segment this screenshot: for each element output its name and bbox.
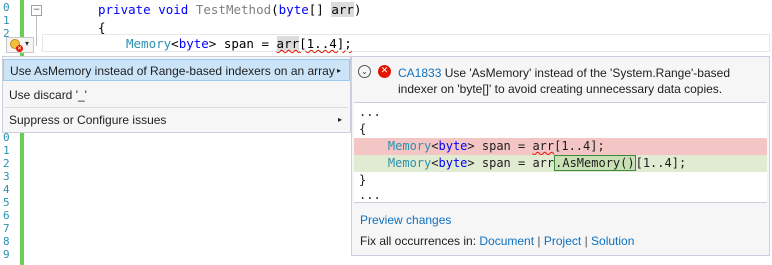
variable: span =: [474, 156, 533, 170]
quick-actions-menu: Use AsMemory instead of Range-based inde…: [2, 56, 351, 133]
punct: >: [467, 156, 475, 170]
diagnostic-id-link[interactable]: CA1833: [398, 66, 441, 80]
code-diff-preview: ... { Memory<byte> span = arr[1..4]; Mem…: [354, 102, 767, 203]
line-number: 6: [3, 209, 10, 222]
punct: >: [467, 139, 475, 153]
keyword: private: [98, 2, 151, 17]
range-indexer: [1..4];: [635, 156, 687, 170]
separator: |: [581, 234, 592, 248]
expand-chevron-icon[interactable]: ⌄: [358, 65, 371, 78]
diff-context: ...: [359, 105, 381, 119]
error-badge-icon: ✕: [16, 45, 23, 52]
variable: arr: [532, 156, 555, 170]
collapse-toggle[interactable]: −: [31, 5, 42, 16]
fix-all-solution-link[interactable]: Solution: [591, 234, 634, 248]
keyword: byte: [278, 2, 309, 17]
inserted-code: .AsMemory(): [554, 155, 636, 171]
punct: <: [171, 36, 179, 51]
brackets: []: [308, 2, 324, 17]
line-number: 3: [3, 170, 10, 183]
error-icon: ✕: [378, 65, 391, 78]
fix-preview-pane: ⌄ ✕ CA1833 Use 'AsMemory' instead of the…: [351, 56, 770, 256]
line-number: 9: [3, 248, 10, 261]
line-number: 1: [3, 14, 10, 27]
range-indexer: [1..4];: [299, 36, 352, 51]
preview-changes-row: Preview changes: [360, 213, 451, 227]
menu-separator: [5, 107, 348, 108]
line-number: 8: [3, 235, 10, 248]
code-line-brace[interactable]: {: [98, 20, 106, 35]
menu-item-use-asmemory[interactable]: Use AsMemory instead of Range-based inde…: [3, 59, 350, 81]
menu-item-label: Suppress or Configure issues: [9, 113, 167, 127]
line-number: 2: [3, 157, 10, 170]
punct: <: [431, 156, 439, 170]
line-number: 0: [3, 1, 10, 14]
variable: span =: [474, 139, 533, 153]
fix-all-row: Fix all occurrences in: Document | Proje…: [360, 234, 634, 248]
parameter-name: arr: [331, 2, 354, 17]
keyword: byte: [438, 139, 468, 153]
menu-item-suppress-configure[interactable]: Suppress or Configure issues ▸: [3, 109, 350, 131]
paren: (: [271, 2, 279, 17]
line-number: 4: [3, 183, 10, 196]
diagnostic-squiggle: arr: [276, 36, 300, 51]
type-name: Memory: [387, 139, 432, 153]
diagnostic-squiggle: arr: [532, 139, 555, 153]
paren: ): [353, 2, 362, 17]
keyword: void: [158, 2, 189, 17]
fix-all-document-link[interactable]: Document: [479, 234, 534, 248]
keyword: byte: [438, 156, 468, 170]
fix-all-project-link[interactable]: Project: [544, 234, 581, 248]
code-line-statement[interactable]: Memory<byte> span = arr[1..4];: [126, 36, 352, 51]
range-indexer: [1..4];: [554, 139, 605, 153]
menu-item-label: Use discard '_': [9, 88, 87, 102]
type-name: Memory: [126, 36, 172, 51]
type-name: Memory: [387, 156, 432, 170]
preview-changes-link[interactable]: Preview changes: [360, 213, 451, 227]
line-number: 1: [3, 144, 10, 157]
method-name: TestMethod: [195, 2, 272, 17]
chevron-down-icon: ▾: [25, 39, 30, 48]
chevron-right-icon: ▸: [336, 66, 341, 75]
keyword: byte: [178, 36, 209, 51]
diff-removed-line: Memory<byte> span = arr[1..4];: [354, 138, 767, 155]
diagnostic-description: CA1833 Use 'AsMemory' instead of the 'Sy…: [398, 65, 764, 97]
fix-all-label: Fix all occurrences in:: [360, 234, 480, 248]
quick-actions-button[interactable]: ✕ ▾: [6, 37, 34, 53]
separator: |: [534, 234, 544, 248]
diff-added-line: Memory<byte> span = arr.AsMemory()[1..4]…: [354, 155, 767, 172]
menu-item-use-discard[interactable]: Use discard '_': [3, 84, 350, 106]
line-number: 7: [3, 222, 10, 235]
code-line-signature[interactable]: private void TestMethod(byte[] arr): [98, 2, 361, 17]
chevron-right-icon: ▸: [337, 115, 342, 124]
menu-item-label: Use AsMemory instead of Range-based inde…: [10, 64, 335, 78]
variable: span =: [216, 36, 277, 51]
line-number: 5: [3, 196, 10, 209]
diff-context: ...: [359, 188, 381, 202]
punct: <: [431, 139, 439, 153]
diff-context: {: [359, 122, 367, 136]
diagnostic-message: Use 'AsMemory' instead of the 'System.Ra…: [398, 66, 731, 96]
outline-guide: [36, 16, 37, 46]
